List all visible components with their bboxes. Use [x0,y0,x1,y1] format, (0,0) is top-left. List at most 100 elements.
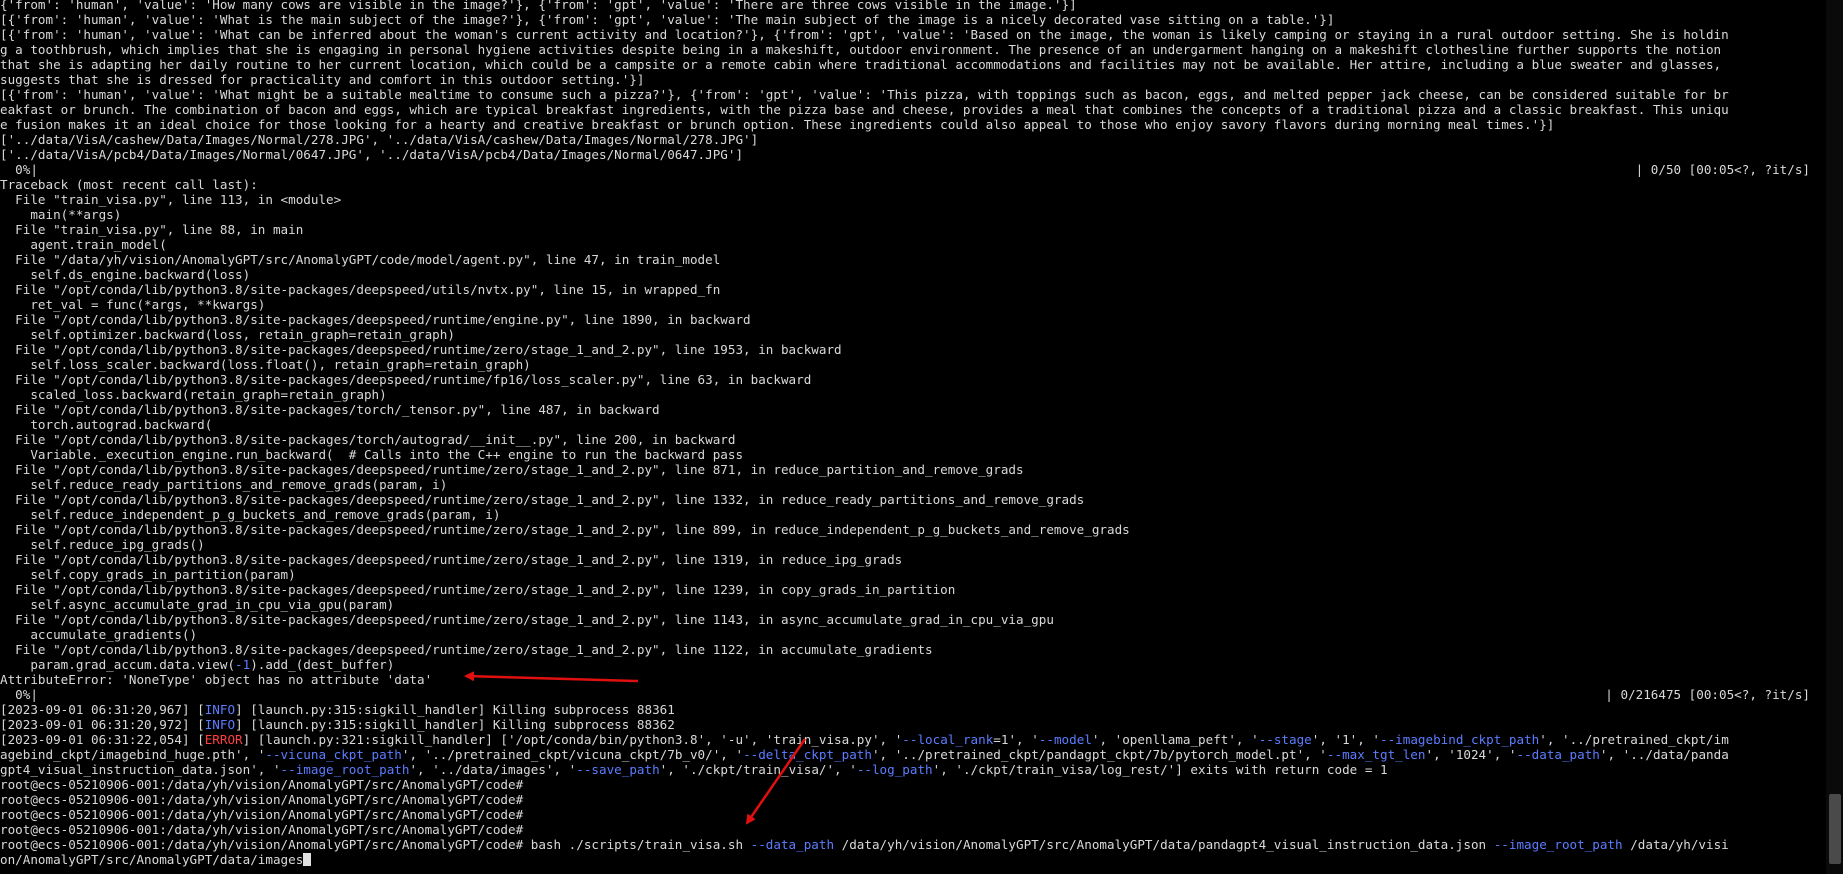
terminal-text-segment: ] [launch.py:315:sigkill_handler] Killin… [235,717,675,732]
terminal-text-segment: self.ds_engine.backward(loss) [0,267,251,282]
terminal-text-segment: --log_path [856,762,933,777]
terminal-line: File "train_visa.py", line 88, in main [0,222,1826,237]
terminal-text-segment: INFO [204,717,236,732]
terminal-text-segment: 0%| [0,162,38,177]
terminal-line: File "train_visa.py", line 113, in <modu… [0,192,1826,207]
terminal-text-segment: --max_tgt_len [1326,747,1426,762]
terminal-text-segment: ', './ckpt/train_visa/log_rest/'] exits … [932,762,1388,777]
terminal-text-segment: self.reduce_independent_p_g_buckets_and_… [0,507,501,522]
terminal-text-segment: ', '1024', ' [1425,747,1517,762]
terminal-text-segment: ] [launch.py:315:sigkill_handler] Killin… [235,702,675,717]
terminal-text-segment: AttributeError: 'NoneType' object has no… [0,672,433,687]
terminal-line: File "/opt/conda/lib/python3.8/site-pack… [0,522,1826,537]
terminal-line: g a toothbrush, which implies that she i… [0,42,1826,57]
terminal-line: main(**args) [0,207,1826,222]
terminal-text-segment: agent.train_model( [0,237,167,252]
terminal-text-segment: =1', ' [993,732,1039,747]
terminal-output: {'from': 'human', 'value': 'How many cow… [0,0,1826,867]
terminal-line: that she is adapting her daily routine t… [0,57,1826,72]
terminal-text-segment: suggests that she is dressed for practic… [0,72,645,87]
terminal-text-segment: File "/data/yh/vision/AnomalyGPT/src/Ano… [0,252,721,267]
terminal-line: 0%| | 0/50 [00:05<?, ?it/s] [0,162,1826,177]
terminal-text-segment: [{'from': 'human', 'value': 'What might … [0,87,1729,102]
terminal-text-segment: g a toothbrush, which implies that she i… [0,42,1722,57]
terminal-text-segment: ', 'openllama_peft', ' [1091,732,1259,747]
terminal-text-segment: ).add_(dest_buffer) [250,657,395,672]
terminal-line: File "/opt/conda/lib/python3.8/site-pack… [0,462,1826,477]
terminal-text-segment: --model [1038,732,1092,747]
terminal-text-segment: File "/opt/conda/lib/python3.8/site-pack… [0,432,736,447]
terminal-text-segment: File "train_visa.py", line 88, in main [0,222,304,237]
terminal-text-segment: root@ecs-05210906-001:/data/yh/vision/An… [0,807,524,822]
terminal-text-segment: agebind_ckpt/imagebind_huge.pth', ' [0,747,266,762]
terminal-line: Traceback (most recent call last): [0,177,1826,192]
terminal-line: {'from': 'human', 'value': 'How many cow… [0,0,1826,12]
terminal-text-segment: param.grad_accum.data.view( [0,657,236,672]
terminal-text-segment: root@ecs-05210906-001:/data/yh/vision/An… [0,837,751,852]
vertical-scrollbar[interactable] [1826,0,1843,874]
terminal-text-segment: --data_path [1516,747,1600,762]
terminal-text-segment: INFO [204,702,236,717]
terminal-text-segment: ', './ckpt/train_visa/', ' [659,762,857,777]
terminal-line: root@ecs-05210906-001:/data/yh/vision/An… [0,822,1826,837]
terminal-line: File "/data/yh/vision/AnomalyGPT/src/Ano… [0,252,1826,267]
terminal-line: [2023-09-01 06:31:22,054] [ERROR] [launc… [0,732,1826,747]
terminal-line: root@ecs-05210906-001:/data/yh/vision/An… [0,837,1826,852]
terminal-text-segment: File "/opt/conda/lib/python3.8/site-pack… [0,582,956,597]
terminal-text-segment: --image_root_path [280,762,410,777]
terminal-line: root@ecs-05210906-001:/data/yh/vision/An… [0,807,1826,822]
terminal-text-segment: File "/opt/conda/lib/python3.8/site-pack… [0,342,842,357]
terminal-text-segment: File "/opt/conda/lib/python3.8/site-pack… [0,402,660,417]
terminal-line: eakfast or brunch. The combination of ba… [0,102,1826,117]
terminal-line: self.reduce_independent_p_g_buckets_and_… [0,507,1826,522]
terminal-text-segment: self.optimizer.backward(loss, retain_gra… [0,327,455,342]
terminal-text-segment: --local_rank [902,732,994,747]
terminal-line: agent.train_model( [0,237,1826,252]
terminal-text-segment: ', '../pretrained_ckpt/im [1539,732,1729,747]
terminal-text-segment: ['../data/VisA/cashew/Data/Images/Normal… [0,132,759,147]
terminal-line: File "/opt/conda/lib/python3.8/site-pack… [0,342,1826,357]
terminal-line: e fusion makes it an ideal choice for th… [0,117,1826,132]
terminal-line: self.loss_scaler.backward(loss.float(), … [0,357,1826,372]
progress-status-text: | 0/216475 [00:05<?, ?it/s] [1605,687,1810,702]
terminal-line: scaled_loss.backward(retain_graph=retain… [0,387,1826,402]
terminal-window[interactable]: {'from': 'human', 'value': 'How many cow… [0,0,1826,874]
terminal-text-segment: gpt4_visual_instruction_data.json', ' [0,762,281,777]
terminal-line: ['../data/VisA/cashew/Data/Images/Normal… [0,132,1826,147]
terminal-text-segment: scaled_loss.backward(retain_graph=retain… [0,387,387,402]
terminal-text-segment: File "/opt/conda/lib/python3.8/site-pack… [0,522,1130,537]
terminal-line: 0%| | 0/216475 [00:05<?, ?it/s] [0,687,1826,702]
terminal-text-segment: File "train_visa.py", line 113, in <modu… [0,192,342,207]
terminal-line: root@ecs-05210906-001:/data/yh/vision/An… [0,792,1826,807]
progress-status-text: | 0/50 [00:05<?, ?it/s] [1635,162,1810,177]
scrollbar-thumb[interactable] [1829,794,1841,864]
terminal-text-segment: {'from': 'human', 'value': 'How many cow… [0,0,1077,12]
terminal-text-segment: --save_path [576,762,660,777]
terminal-line: root@ecs-05210906-001:/data/yh/vision/An… [0,777,1826,792]
terminal-line: [2023-09-01 06:31:20,972] [INFO] [launch… [0,717,1826,732]
terminal-text-segment: [2023-09-01 06:31:20,967] [ [0,702,205,717]
terminal-line: accumulate_gradients() [0,627,1826,642]
terminal-text-segment: --imagebind_ckpt_path [1380,732,1540,747]
terminal-text-segment: File "/opt/conda/lib/python3.8/site-pack… [0,642,933,657]
terminal-line: File "/opt/conda/lib/python3.8/site-pack… [0,582,1826,597]
terminal-line: self.async_accumulate_grad_in_cpu_via_gp… [0,597,1826,612]
terminal-text-segment: File "/opt/conda/lib/python3.8/site-pack… [0,492,1085,507]
terminal-line: File "/opt/conda/lib/python3.8/site-pack… [0,552,1826,567]
terminal-text-segment: ', '../pretrained_ckpt/pandagpt_ckpt/7b/… [871,747,1327,762]
terminal-line: File "/opt/conda/lib/python3.8/site-pack… [0,402,1826,417]
terminal-text-segment: ['../data/VisA/pcb4/Data/Images/Normal/0… [0,147,744,162]
terminal-line: [{'from': 'human', 'value': 'What might … [0,87,1826,102]
terminal-text-segment: self.copy_grads_in_partition(param) [0,567,296,582]
terminal-text-segment: 0%| [0,687,38,702]
terminal-line: on/AnomalyGPT/src/AnomalyGPT/data/images [0,852,1826,867]
terminal-line: self.reduce_ready_partitions_and_remove_… [0,477,1826,492]
terminal-text-segment: root@ecs-05210906-001:/data/yh/vision/An… [0,822,524,837]
terminal-text-segment: File "/opt/conda/lib/python3.8/site-pack… [0,372,812,387]
terminal-line: File "/opt/conda/lib/python3.8/site-pack… [0,492,1826,507]
terminal-line: [{'from': 'human', 'value': 'What is the… [0,12,1826,27]
terminal-line: torch.autograd.backward( [0,417,1826,432]
terminal-line: gpt4_visual_instruction_data.json', '--i… [0,762,1826,777]
terminal-text-segment: [2023-09-01 06:31:20,972] [ [0,717,205,732]
terminal-line: [{'from': 'human', 'value': 'What can be… [0,27,1826,42]
